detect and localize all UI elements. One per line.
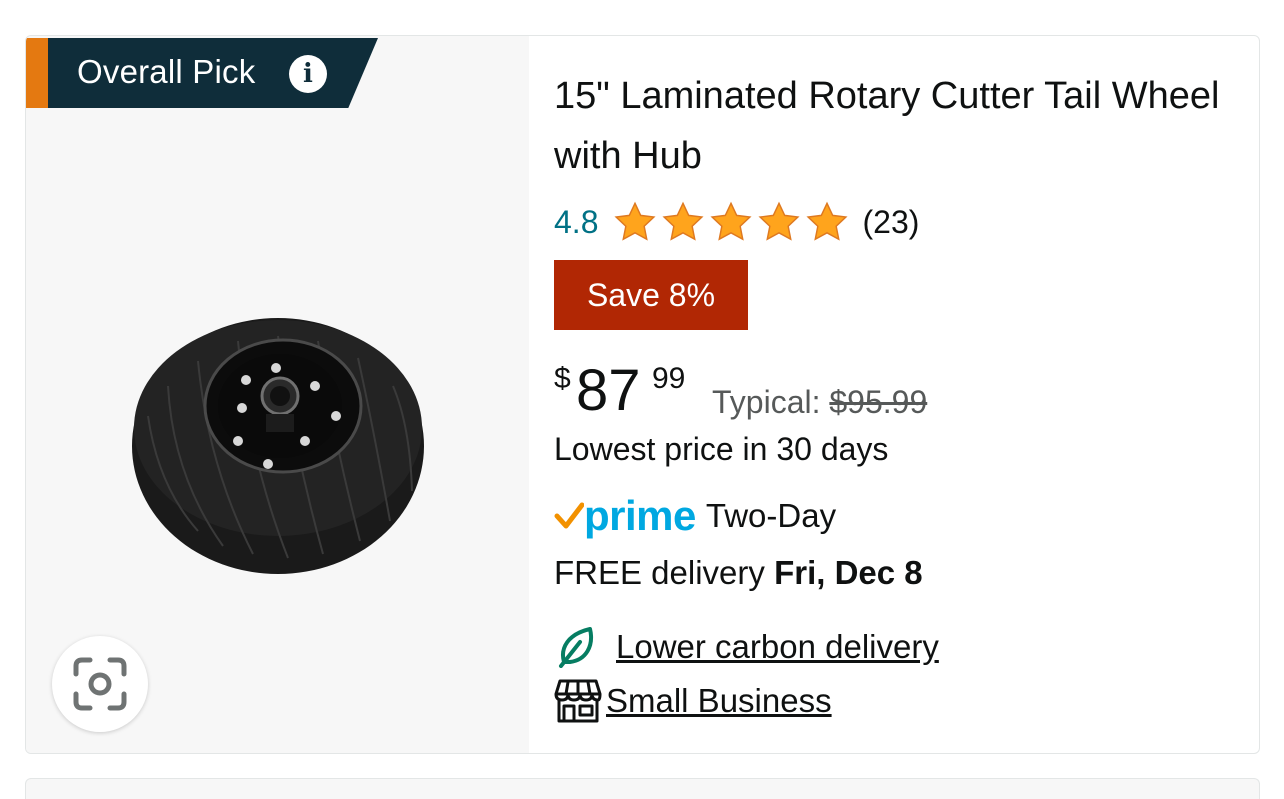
product-image-pane[interactable]: Overall Pick i <box>26 36 529 753</box>
rating-value: 4.8 <box>554 203 599 240</box>
rating-row[interactable]: 4.8 (23) <box>554 198 919 246</box>
star-rating <box>612 200 852 244</box>
star-icon <box>614 201 657 241</box>
save-badge: Save 8% <box>554 260 748 330</box>
delivery-date: Fri, Dec 8 <box>774 554 923 591</box>
price-symbol: $ <box>554 362 571 395</box>
prime-logo: prime <box>554 492 696 540</box>
prime-row: prime Two-Day <box>554 491 836 541</box>
camera-lens-icon <box>73 657 127 711</box>
info-icon[interactable]: i <box>289 55 327 93</box>
storefront-icon <box>554 679 602 723</box>
lower-carbon-link[interactable]: Lower carbon delivery <box>616 628 939 666</box>
prime-delivery-speed: Two-Day <box>705 497 837 534</box>
badge-label: Overall Pick <box>77 53 256 90</box>
product-details: 15" Laminated Rotary Cutter Tail Wheel w… <box>554 36 1234 753</box>
small-business-row[interactable]: Small Business <box>554 678 832 724</box>
typical-label: Typical: <box>712 384 821 420</box>
price-whole: 87 <box>576 358 641 423</box>
delivery-prefix: FREE delivery <box>554 554 765 591</box>
prime-check-icon <box>554 502 584 529</box>
star-icon <box>662 201 705 241</box>
overall-pick-badge: Overall Pick i <box>26 38 378 108</box>
price-fraction: 99 <box>652 362 686 395</box>
lower-carbon-row[interactable]: Lower carbon delivery <box>558 624 939 670</box>
leaf-icon <box>559 627 593 668</box>
visual-search-button[interactable] <box>52 636 148 732</box>
small-business-link[interactable]: Small Business <box>606 682 832 720</box>
tail-wheel-image[interactable] <box>128 296 428 576</box>
typical-price: $95.99 <box>829 384 928 420</box>
review-count[interactable]: (23) <box>862 204 919 241</box>
star-icon <box>758 201 801 241</box>
product-card[interactable]: Overall Pick i 15" Laminated Rotary Cutt… <box>25 35 1260 754</box>
star-icon <box>710 201 753 241</box>
star-icon <box>806 201 849 241</box>
product-title[interactable]: 15" Laminated Rotary Cutter Tail Wheel w… <box>554 66 1234 186</box>
delivery-info: FREE delivery Fri, Dec 8 <box>554 554 923 592</box>
badge-accent-stripe <box>26 38 48 108</box>
typical-price-block: Typical: $95.99 <box>712 384 927 421</box>
lowest-price-note: Lowest price in 30 days <box>554 431 889 467</box>
prime-wordmark: prime <box>584 492 696 539</box>
